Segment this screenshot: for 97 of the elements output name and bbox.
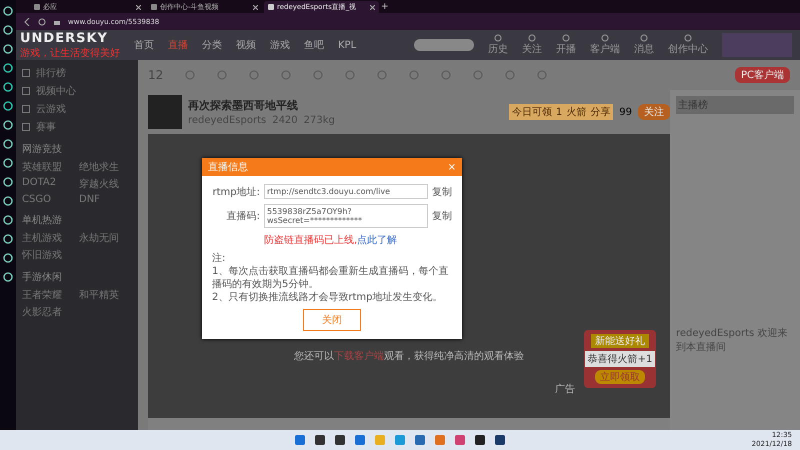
field-label: rtmp地址:: [212, 186, 260, 198]
input-field[interactable]: 5539838rZ5a7OY9h?wsSecret=*************: [264, 204, 428, 228]
sidebar-link-label: 云游戏: [36, 102, 66, 116]
promo-message: 恭喜得火箭+1: [584, 351, 656, 367]
sidebar-link-label: 赛事: [36, 120, 56, 134]
category-link[interactable]: 和平精英: [79, 288, 132, 302]
section-title: 单机热游: [22, 214, 63, 227]
circle-icon: [562, 34, 570, 42]
close-dialog-button[interactable]: 关闭: [303, 309, 361, 331]
category-link[interactable]: 永劫无间: [79, 231, 132, 245]
sidebar-link[interactable]: 排行榜: [22, 66, 132, 80]
rocket-count: 1: [556, 106, 562, 118]
section-title: 手游休闲: [22, 270, 63, 284]
client-button[interactable]: PC客户端: [734, 67, 790, 83]
field-label: 直播码:: [226, 210, 260, 223]
circle-icon: [640, 34, 648, 42]
rocket-unit: 火箭: [566, 106, 586, 119]
site-logo[interactable]: UNDERSKY 游戏，让生活变得美好: [16, 30, 120, 60]
square-icon: [22, 123, 30, 131]
claim-button[interactable]: 立即领取: [595, 370, 645, 384]
copy-link[interactable]: 复制: [432, 209, 452, 223]
nav-link[interactable]: 游戏: [270, 38, 290, 52]
search-field[interactable]: [414, 39, 474, 51]
rocket-label: 今日可领: [512, 106, 552, 119]
circle-icon: [528, 34, 536, 42]
follow-button[interactable]: 关注: [638, 104, 670, 120]
header-link[interactable]: 创作中心: [668, 34, 708, 56]
page-icon: [151, 4, 157, 10]
category-link[interactable]: DOTA2: [22, 177, 75, 191]
category-link[interactable]: DNF: [79, 194, 132, 205]
share-link[interactable]: 分享: [590, 105, 610, 119]
copy-link[interactable]: 复制: [432, 184, 452, 198]
header-link[interactable]: 历史: [488, 34, 508, 56]
header-link-label: 创作中心: [668, 42, 708, 56]
learn-more-link[interactable]: 点此了解: [357, 235, 398, 246]
dialog-title: 直播信息: [208, 160, 248, 174]
sidebar-link[interactable]: 云游戏: [22, 102, 132, 116]
warning-text: 防盗链直播码已上线,点此了解: [263, 234, 398, 247]
circle-icon: [601, 34, 609, 42]
app-icon[interactable]: [334, 434, 346, 446]
header-link[interactable]: 消息: [634, 34, 654, 56]
back-icon[interactable]: [24, 18, 30, 26]
note-text: 2、只有切换推流线路才会导致rtmp地址发生变化。: [212, 291, 444, 304]
square-icon: [22, 69, 30, 77]
category-link[interactable]: 穿越火线: [79, 177, 132, 191]
category-link[interactable]: CSGO: [22, 194, 75, 205]
header-link-label: 关注: [522, 42, 542, 56]
player-hint: 您还可以下载客户端观看，获得纯净高清的观看体验: [294, 350, 524, 363]
room-title: 再次探索墨西哥地平线: [188, 98, 299, 113]
sidebar-link[interactable]: 赛事: [22, 120, 132, 134]
close-icon[interactable]: [136, 4, 141, 10]
app-icon[interactable]: [314, 434, 326, 446]
ad-label: 广告: [555, 382, 575, 396]
page-icon: [268, 4, 274, 10]
promo-card[interactable]: 新能送好礼 恭喜得火箭+1 立即领取: [584, 330, 656, 388]
close-button[interactable]: ×: [448, 162, 456, 172]
sidebar-link-label: 视频中心: [36, 84, 76, 98]
nav-link[interactable]: 分类: [202, 38, 222, 52]
close-icon[interactable]: [253, 4, 258, 10]
promo-title: 新能送好礼: [591, 334, 649, 348]
header-link[interactable]: 客户端: [590, 34, 620, 56]
input-field[interactable]: rtmp://sendtc3.douyu.com/live: [264, 184, 428, 199]
category-link[interactable]: 绝地求生: [79, 160, 132, 174]
nav-link[interactable]: 直播: [168, 38, 188, 52]
header-link[interactable]: 开播: [556, 34, 576, 56]
note-text: 1、每次点击获取直播码都会重新生成直播码，每个直播码的有效期为5分钟。: [212, 265, 450, 291]
note-title: 注:: [212, 252, 226, 265]
nav-link[interactable]: KPL: [338, 40, 356, 50]
close-icon[interactable]: [370, 4, 375, 10]
category-link[interactable]: 王者荣耀: [22, 288, 75, 302]
follow-count: 99: [619, 106, 632, 118]
app-icon[interactable]: [494, 434, 506, 446]
circle-icon[interactable]: [3, 25, 13, 35]
category-link[interactable]: 英雄联盟: [22, 160, 75, 174]
avatar-image: [148, 95, 182, 129]
header-link[interactable]: 关注: [522, 34, 542, 56]
chat-message: redeyedEsports 欢迎来到本直播间: [676, 326, 788, 354]
sidebar-link-label: 排行榜: [36, 66, 66, 80]
new-tab-button[interactable]: +: [381, 1, 389, 13]
header-link-label: 开播: [556, 42, 576, 56]
nav-link[interactable]: 鱼吧: [304, 38, 324, 52]
nav-link[interactable]: 视频: [236, 38, 256, 52]
square-icon: [22, 105, 30, 113]
sidebar-link[interactable]: 视频中心: [22, 84, 132, 98]
header-link-label: 客户端: [590, 42, 620, 56]
category-link[interactable]: 主机游戏: [22, 231, 75, 245]
header-link-label: 消息: [634, 42, 654, 56]
header-link-label: 历史: [488, 42, 508, 56]
circle-icon: [684, 34, 692, 42]
app-icon[interactable]: [474, 434, 486, 446]
category-link[interactable]: 怀旧游戏: [22, 248, 75, 262]
page-icon: [34, 4, 40, 10]
section-title: 网游竞技: [22, 142, 63, 156]
square-icon: [22, 87, 30, 95]
nav-link[interactable]: 首页: [134, 38, 154, 52]
category-link[interactable]: 火影忍者: [22, 305, 75, 319]
circle-icon: [494, 34, 502, 42]
